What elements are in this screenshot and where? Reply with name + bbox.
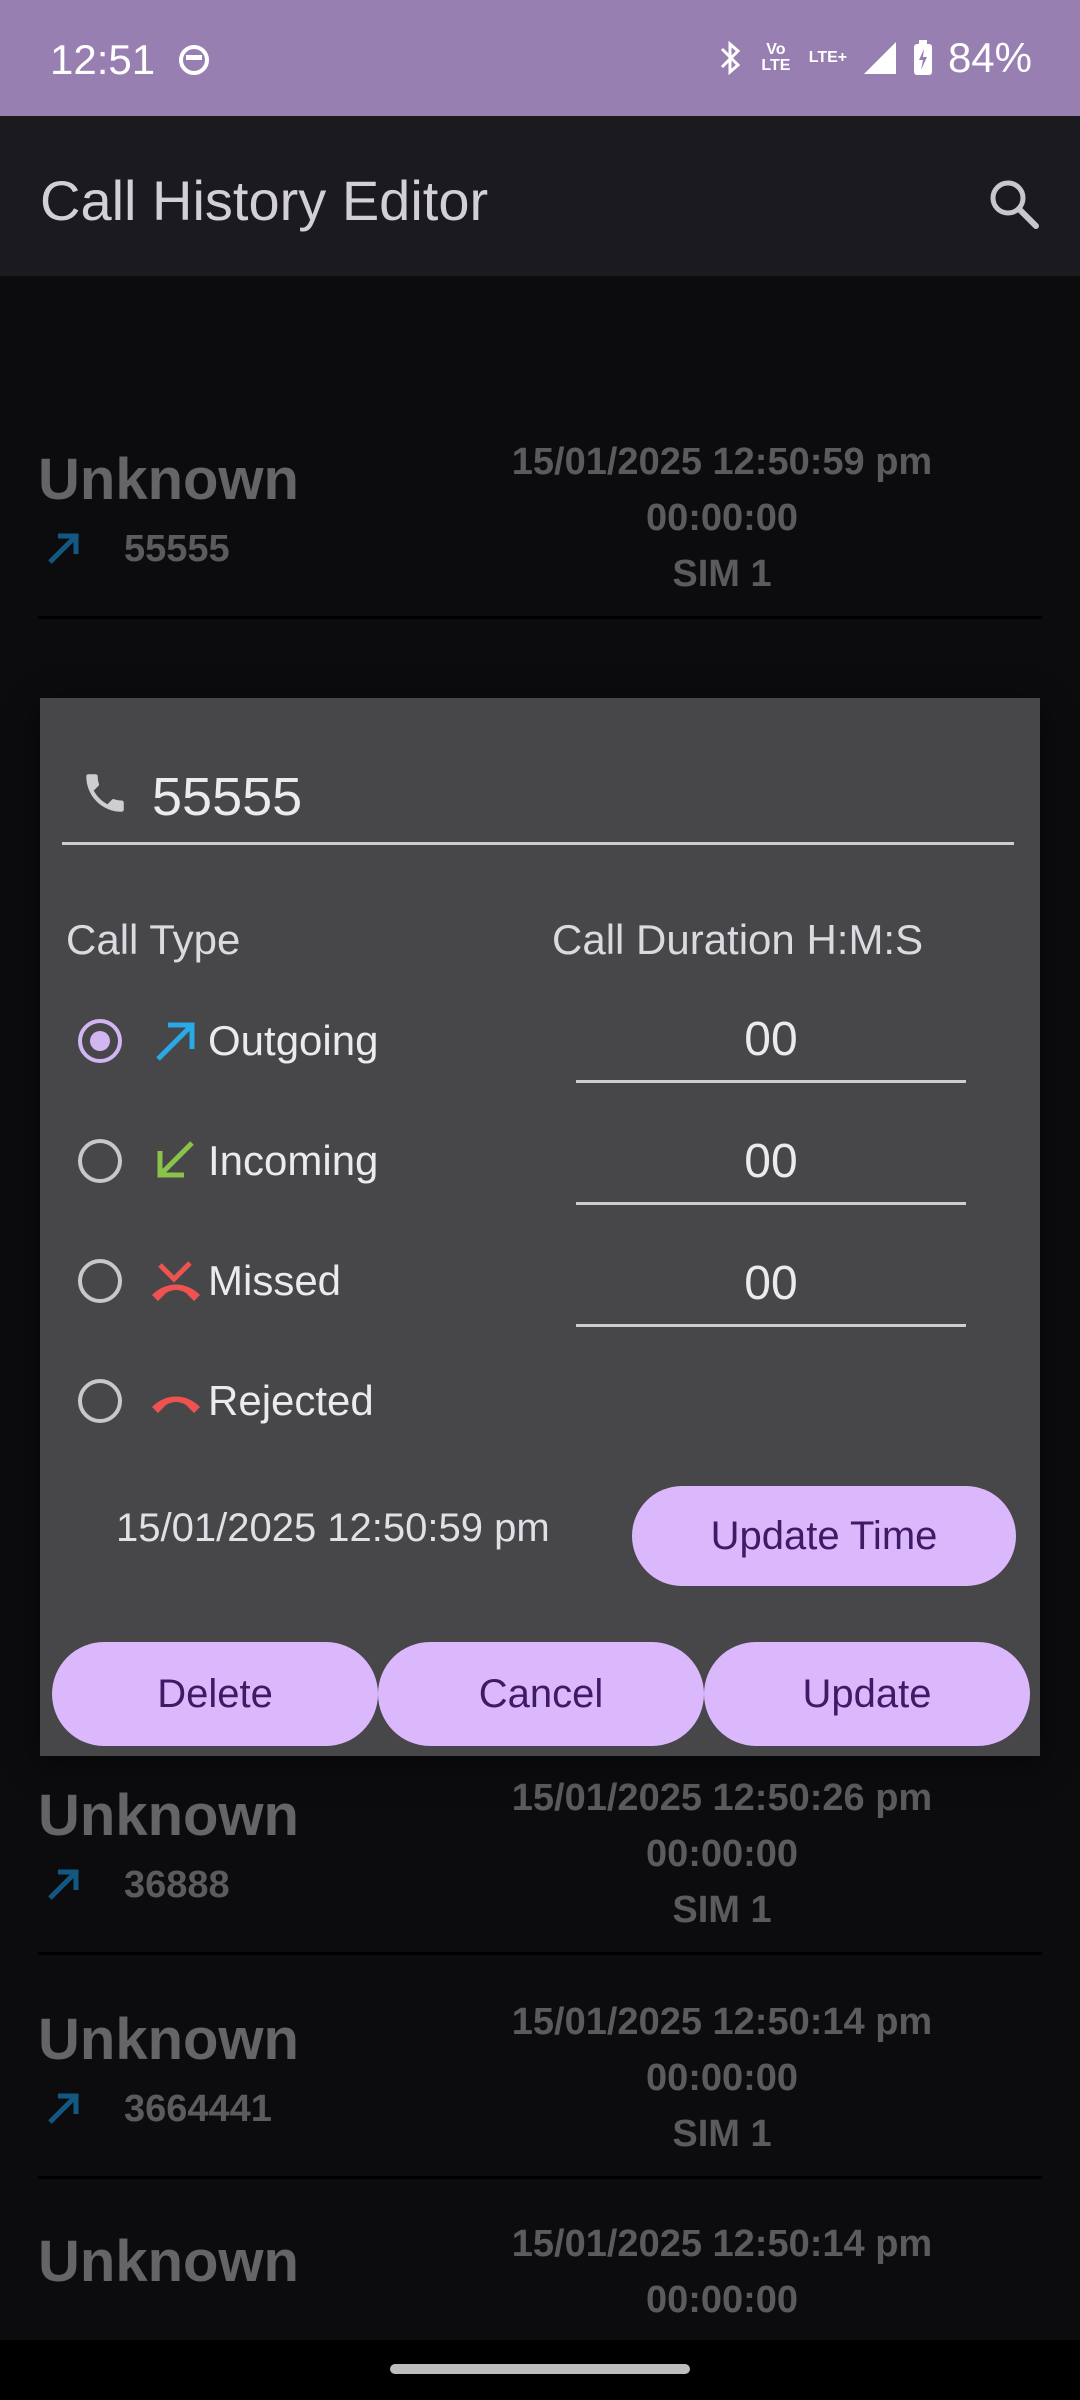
call-datetime-label: 15/01/2025 12:50:59 pm: [116, 1506, 550, 1550]
app-bar: Call History Editor: [0, 116, 1080, 276]
delete-button[interactable]: Delete: [52, 1642, 378, 1746]
radio-button[interactable]: [78, 1019, 122, 1063]
radio-rejected[interactable]: Rejected: [78, 1366, 374, 1436]
call-type-label-incoming: Incoming: [208, 1137, 379, 1184]
update-time-button[interactable]: Update Time: [632, 1486, 1016, 1586]
call-type-label-outgoing: Outgoing: [208, 1017, 379, 1064]
lte-indicator: LTE+: [808, 49, 848, 66]
incoming-arrow-icon: [157, 1141, 194, 1178]
status-bar: 12:51 Vo LTE LTE+ 84%: [0, 0, 1080, 116]
radio-outgoing[interactable]: Outgoing: [78, 1006, 378, 1076]
cancel-button[interactable]: Cancel: [378, 1642, 704, 1746]
battery-percent: 84%: [947, 34, 1032, 81]
phone-number-field[interactable]: 55555: [62, 758, 1014, 845]
page-title: Call History Editor: [40, 169, 489, 232]
radio-button[interactable]: [78, 1259, 122, 1303]
call-type-label: Call Type: [66, 916, 241, 963]
radio-missed[interactable]: Missed: [78, 1246, 341, 1316]
signal-icon: [863, 42, 896, 74]
duration-hours-input[interactable]: 00: [576, 1000, 966, 1083]
radio-button[interactable]: [78, 1139, 122, 1183]
battery-icon: [913, 40, 932, 75]
call-duration-label: Call Duration H:M:S: [552, 916, 924, 963]
phone-icon: [86, 774, 124, 812]
home-gesture-handle[interactable]: [390, 2364, 690, 2374]
navigation-bar: [0, 2340, 1080, 2400]
status-icons: Vo LTE LTE+ 84%: [718, 34, 1032, 82]
radio-incoming[interactable]: Incoming: [78, 1126, 378, 1196]
call-type-label-rejected: Rejected: [208, 1377, 374, 1424]
phone-number-value: 55555: [152, 767, 303, 827]
volte-indicator: Vo LTE: [761, 41, 791, 74]
rejected-call-icon: [152, 1396, 200, 1413]
edit-call-dialog: 55555 Call Type Call Duration H:M:S Outg…: [40, 698, 1040, 1756]
duration-seconds-input[interactable]: 00: [576, 1244, 966, 1327]
app-notification-icon: [179, 45, 209, 75]
duration-minutes-input[interactable]: 00: [576, 1122, 966, 1205]
status-time: 12:51: [50, 36, 156, 83]
call-type-label-missed: Missed: [208, 1257, 342, 1304]
missed-call-icon: [152, 1261, 200, 1301]
update-button[interactable]: Update: [704, 1642, 1030, 1746]
search-icon[interactable]: [984, 174, 1044, 234]
radio-button[interactable]: [78, 1379, 122, 1423]
outgoing-arrow-icon: [156, 1022, 195, 1061]
bluetooth-icon: [720, 40, 741, 76]
